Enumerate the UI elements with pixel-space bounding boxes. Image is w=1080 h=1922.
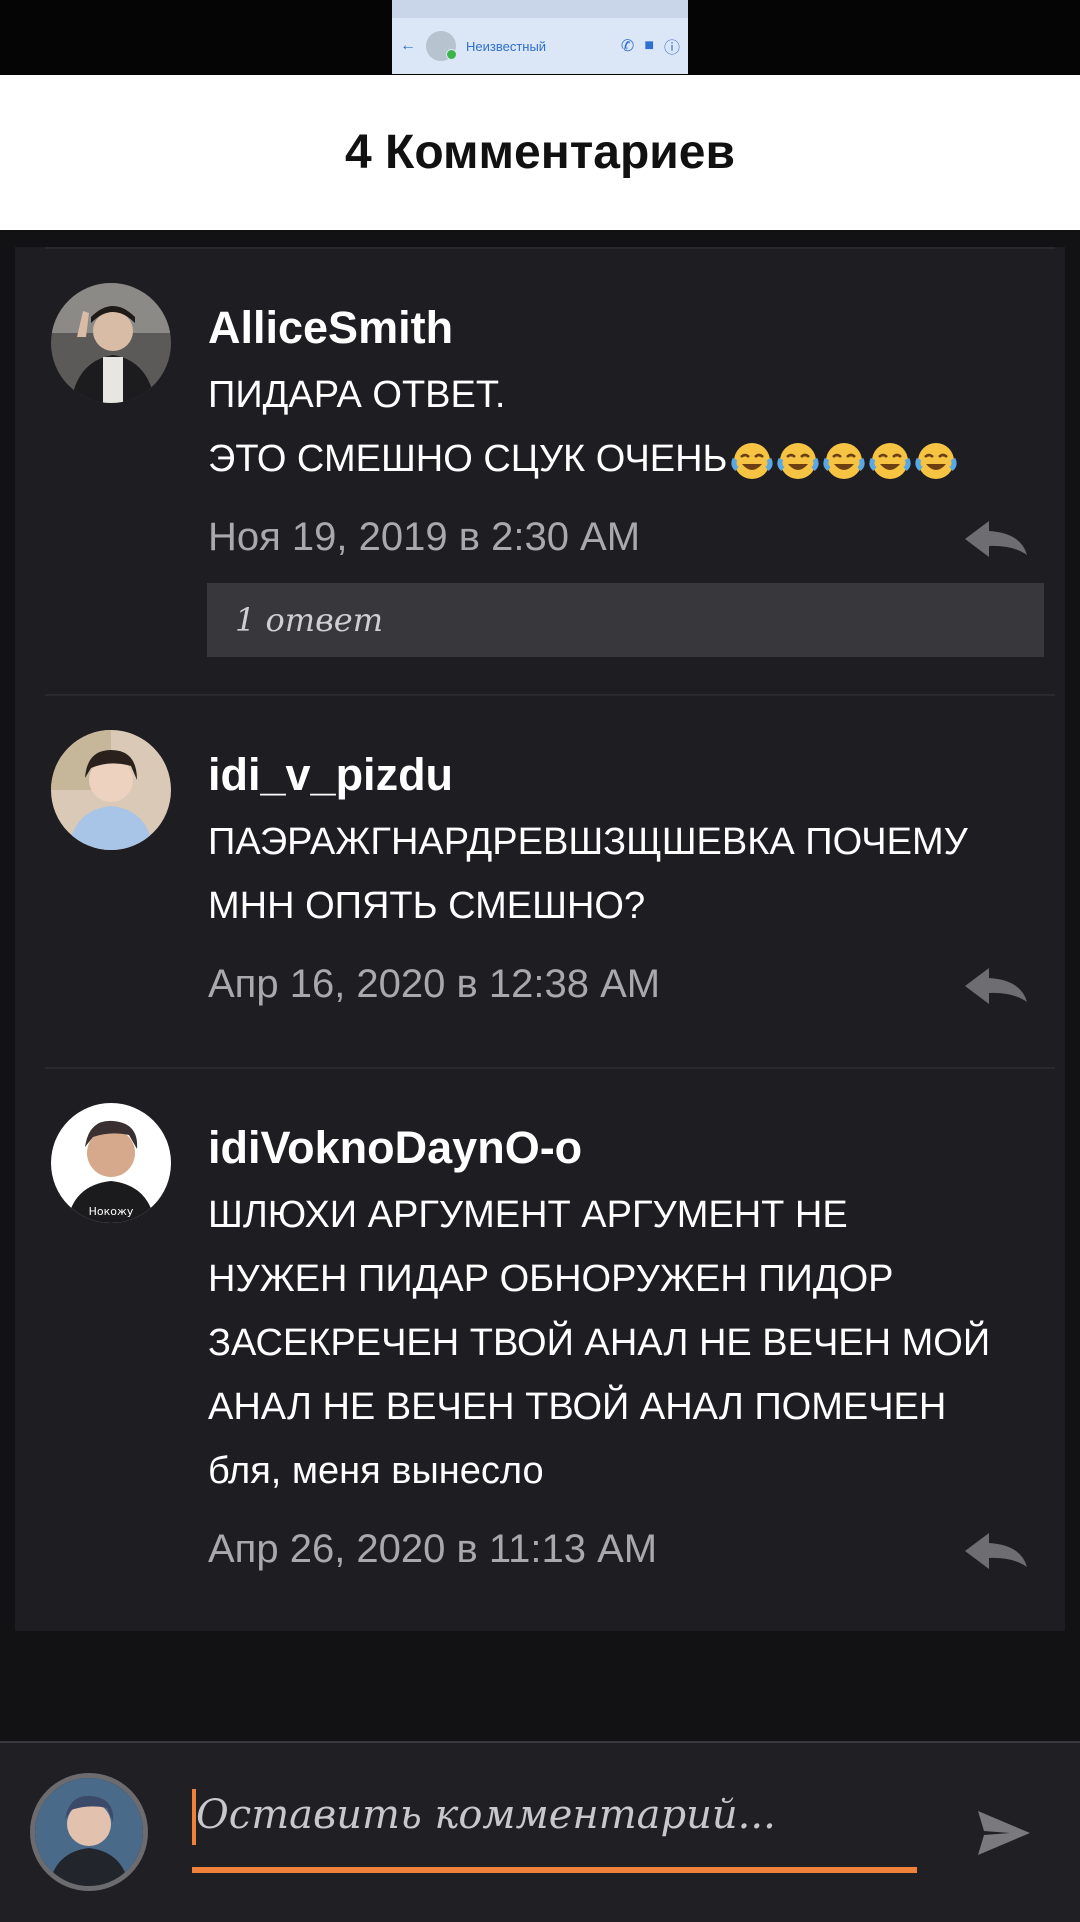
face-with-tears-of-joy-icon (776, 442, 819, 479)
comment-input[interactable] (192, 1775, 921, 1855)
comment-line: НУЖЕН ПИДАР ОБНОРУЖЕН ПИДОР (208, 1258, 894, 1300)
back-arrow-icon: ← (400, 37, 416, 54)
current-user-avatar[interactable] (30, 1773, 148, 1891)
compose-bar (0, 1741, 1080, 1922)
contact-name: Неизвестный (466, 38, 547, 54)
comment-line: ЗАСЕКРЕЧЕН ТВОЙ АНАЛ НЕ ВЕЧЕН МОЙ (208, 1322, 991, 1364)
text-cursor (192, 1789, 196, 1845)
comment-author[interactable]: idi_v_pizdu (208, 749, 453, 801)
avatar[interactable] (51, 283, 171, 403)
comment-line: ЭТО СМЕШНО СЦУК ОЧЕНЬ (208, 438, 728, 480)
comment-author[interactable]: AlliceSmith (208, 302, 453, 354)
divider (45, 694, 1055, 696)
comment-line-with-emoji: ЭТО СМЕШНО СЦУК ОЧЕНЬ (208, 427, 1048, 491)
input-underline (192, 1867, 917, 1873)
reply-arrow-icon[interactable] (963, 1531, 1029, 1571)
emoji-group (730, 439, 958, 483)
contact-avatar (426, 31, 457, 61)
video-icon: ■ (644, 37, 654, 54)
info-icon: ⓘ (663, 40, 680, 57)
comment-text: ПИДАРА ОТВЕТ. ЭТО СМЕШНО СЦУК ОЧЕНЬ (208, 363, 1048, 491)
comment-text: ПАЭРАЖГНАРДРЕВШЗЩШЕВКА ПОЧЕМУ МНН ОПЯТЬ … (208, 810, 1048, 938)
face-with-tears-of-joy-icon (868, 442, 911, 479)
avatar[interactable] (51, 730, 171, 850)
reply-arrow-icon[interactable] (963, 519, 1029, 559)
phone-icon: ✆ (620, 38, 635, 55)
avatar-caption: Нокожу (89, 1205, 134, 1218)
send-icon (978, 1811, 1030, 1855)
comments-header: 4 Комментариев (0, 75, 1080, 230)
call-thumbnail[interactable]: ← Неизвестный ✆ ■ ⓘ (392, 0, 688, 74)
view-replies-button[interactable]: 1 ответ (207, 583, 1044, 657)
comment-line: ПИДАРА ОТВЕТ. (208, 374, 506, 416)
send-button[interactable] (976, 1807, 1032, 1859)
comment-date: Ноя 19, 2019 в 2:30 AM (208, 515, 641, 559)
comments-list[interactable]: AlliceSmith ПИДАРА ОТВЕТ. ЭТО СМЕШНО СЦУ… (15, 247, 1065, 1631)
reply-arrow-icon[interactable] (963, 966, 1029, 1006)
comment-line: бля, меня вынесло (208, 1450, 544, 1492)
comment-line: ШЛЮХИ АРГУМЕНТ АРГУМЕНТ НЕ (208, 1194, 848, 1236)
comment-date: Апр 26, 2020 в 11:13 AM (208, 1527, 658, 1571)
comment-line: АНАЛ НЕ ВЕЧЕН ТВОЙ АНАЛ ПОМЕЧЕН (208, 1386, 947, 1428)
page-title: 4 Комментариев (345, 126, 735, 179)
thumbnail-status-bar (392, 0, 688, 18)
thumbnail-call-row: ← Неизвестный ✆ ■ ⓘ (392, 18, 688, 74)
face-with-tears-of-joy-icon (730, 442, 773, 479)
divider (45, 1067, 1055, 1069)
comment-line: ПАЭРАЖГНАРДРЕВШЗЩШЕВКА ПОЧЕМУ (208, 821, 968, 863)
divider (45, 247, 1055, 249)
face-with-tears-of-joy-icon (914, 442, 957, 479)
top-bar: ← Неизвестный ✆ ■ ⓘ (0, 0, 1080, 75)
comment-text: ШЛЮХИ АРГУМЕНТ АРГУМЕНТ НЕ НУЖЕН ПИДАР О… (208, 1183, 1048, 1503)
face-with-tears-of-joy-icon (822, 442, 865, 479)
avatar[interactable]: Нокожу (51, 1103, 171, 1223)
comment-line: МНН ОПЯТЬ СМЕШНО? (208, 885, 646, 927)
comment-author[interactable]: idiVoknoDaynO-o (208, 1122, 582, 1174)
comment-date: Апр 16, 2020 в 12:38 AM (208, 962, 661, 1006)
